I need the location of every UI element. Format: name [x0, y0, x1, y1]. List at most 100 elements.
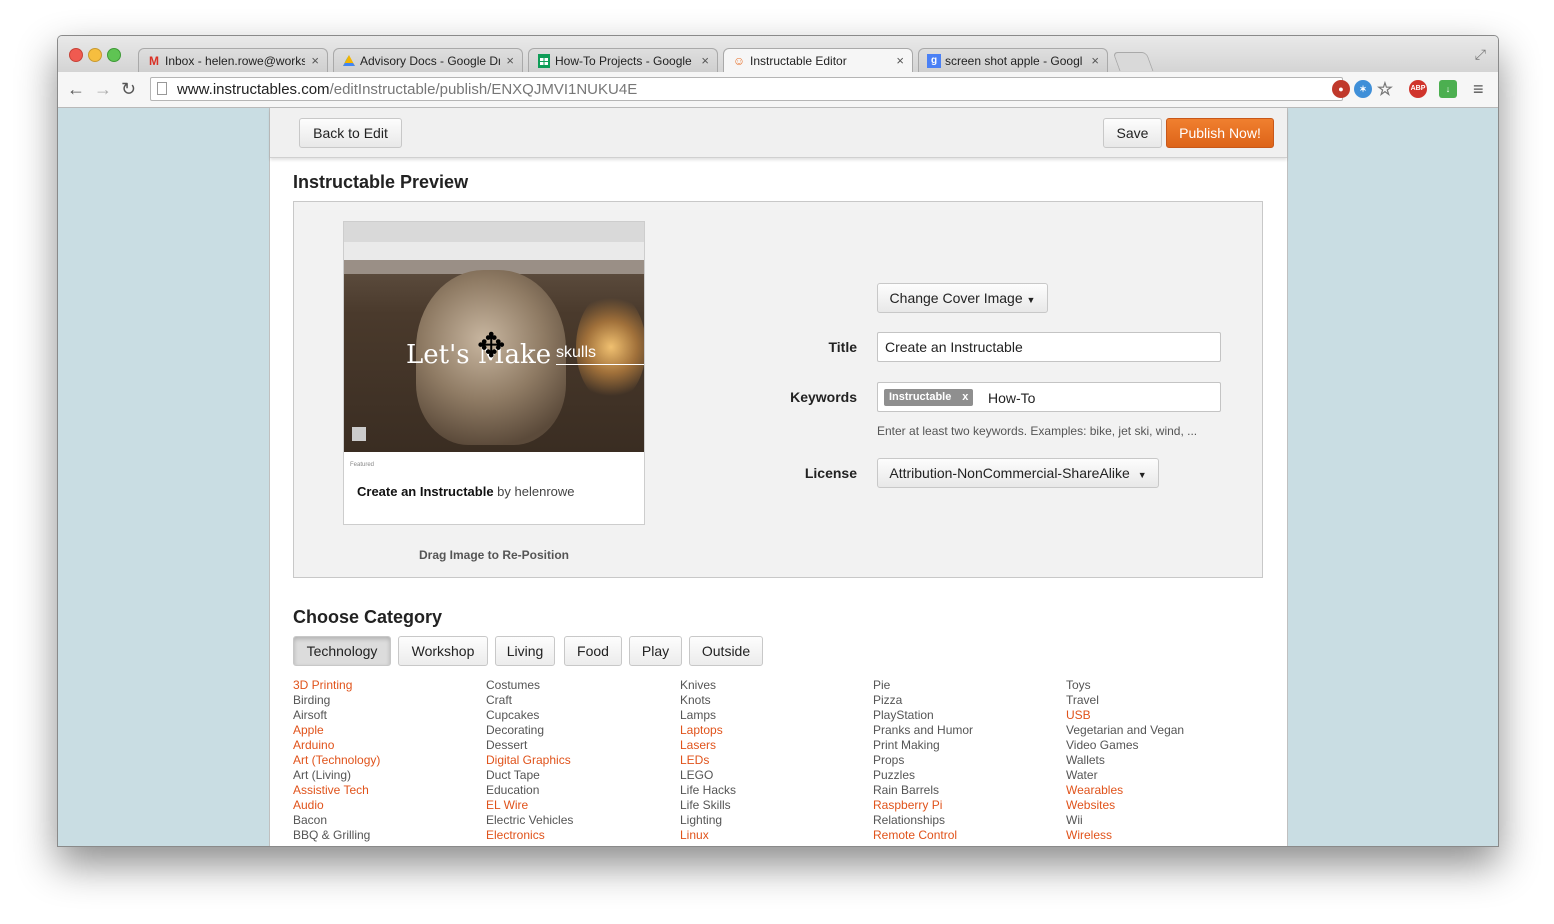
- category-item[interactable]: Apple: [293, 723, 380, 738]
- close-window-button[interactable]: [69, 48, 83, 62]
- new-tab-button[interactable]: [1112, 52, 1154, 71]
- close-tab-icon[interactable]: ×: [506, 53, 514, 68]
- category-item[interactable]: Remote Control: [873, 828, 973, 843]
- tab-gmail[interactable]: M Inbox - helen.rowe@works ×: [138, 48, 328, 72]
- category-tab-food[interactable]: Food: [564, 636, 622, 666]
- gmail-icon: M: [149, 54, 159, 68]
- category-item[interactable]: Websites: [1066, 798, 1184, 813]
- category-item[interactable]: Duct Tape: [486, 768, 573, 783]
- category-item[interactable]: EL Wire: [486, 798, 573, 813]
- category-item[interactable]: LEDs: [680, 753, 736, 768]
- bookmark-star-icon[interactable]: ☆: [1376, 80, 1394, 98]
- category-item[interactable]: Puzzles: [873, 768, 973, 783]
- menu-icon[interactable]: ≡: [1473, 78, 1484, 100]
- save-button[interactable]: Save: [1103, 118, 1162, 148]
- category-item[interactable]: Electronics: [486, 828, 573, 843]
- category-item[interactable]: Airsoft: [293, 708, 380, 723]
- category-item[interactable]: Costumes: [486, 678, 573, 693]
- extension-sparkle-icon[interactable]: ✶: [1354, 80, 1372, 98]
- extension-icon[interactable]: ●: [1332, 80, 1350, 98]
- category-tab-workshop[interactable]: Workshop: [398, 636, 488, 666]
- category-item[interactable]: Rain Barrels: [873, 783, 973, 798]
- category-item[interactable]: Bacon: [293, 813, 380, 828]
- category-item[interactable]: BBQ & Grilling: [293, 828, 380, 843]
- tab-instructable-editor[interactable]: ☺ Instructable Editor ×: [723, 48, 913, 73]
- google-sheets-icon: [537, 54, 551, 68]
- cover-image[interactable]: Let's Make skulls ✥: [344, 222, 644, 452]
- category-item[interactable]: LEGO: [680, 768, 736, 783]
- download-extension-icon[interactable]: ↓: [1439, 80, 1457, 98]
- category-item[interactable]: Decorating: [486, 723, 573, 738]
- category-item[interactable]: Education: [486, 783, 573, 798]
- back-arrow-icon[interactable]: ←: [67, 78, 85, 100]
- keywords-input[interactable]: Instructable x How-To: [877, 382, 1221, 412]
- category-item[interactable]: Linux: [680, 828, 736, 843]
- category-item[interactable]: Pranks and Humor: [873, 723, 973, 738]
- category-item[interactable]: Vegetarian and Vegan: [1066, 723, 1184, 738]
- zoom-window-button[interactable]: [107, 48, 121, 62]
- category-tab-play[interactable]: Play: [629, 636, 682, 666]
- category-item[interactable]: Arduino: [293, 738, 380, 753]
- category-item[interactable]: Lasers: [680, 738, 736, 753]
- category-item[interactable]: Dessert: [486, 738, 573, 753]
- category-item[interactable]: Art (Technology): [293, 753, 380, 768]
- category-item[interactable]: Laptops: [680, 723, 736, 738]
- category-item[interactable]: Art (Living): [293, 768, 380, 783]
- category-item[interactable]: Wireless: [1066, 828, 1184, 843]
- category-item[interactable]: Lighting: [680, 813, 736, 828]
- license-select[interactable]: Attribution-NonCommercial-ShareAlike ▼: [877, 458, 1159, 488]
- category-item[interactable]: Cupcakes: [486, 708, 573, 723]
- category-tab-technology[interactable]: Technology: [293, 636, 391, 666]
- change-cover-image-button[interactable]: Change Cover Image ▼: [877, 283, 1048, 313]
- category-item[interactable]: Knots: [680, 693, 736, 708]
- category-item[interactable]: 3D Printing: [293, 678, 380, 693]
- category-item[interactable]: Print Making: [873, 738, 973, 753]
- category-tab-outside[interactable]: Outside: [689, 636, 763, 666]
- category-item[interactable]: Audio: [293, 798, 380, 813]
- category-item[interactable]: Lamps: [680, 708, 736, 723]
- address-bar[interactable]: www.instructables.com/editInstructable/p…: [150, 77, 1343, 101]
- category-item[interactable]: PlayStation: [873, 708, 973, 723]
- category-tab-living[interactable]: Living: [495, 636, 555, 666]
- category-item[interactable]: Wearables: [1066, 783, 1184, 798]
- fullscreen-icon[interactable]: ⤢: [1475, 46, 1486, 63]
- remove-tag-icon[interactable]: x: [962, 389, 968, 406]
- category-item[interactable]: Wii: [1066, 813, 1184, 828]
- close-tab-icon[interactable]: ×: [311, 53, 319, 68]
- category-list: 3D Printing Birding Airsoft Apple Arduino Art…: [293, 678, 1263, 846]
- title-input[interactable]: Create an Instructable: [877, 332, 1221, 362]
- category-item[interactable]: Raspberry Pi: [873, 798, 973, 813]
- close-tab-icon[interactable]: ×: [1091, 53, 1099, 68]
- category-item[interactable]: Electric Vehicles: [486, 813, 573, 828]
- category-column: Knives Knots Lamps Laptops Lasers LEDs LEGO Lif…: [680, 678, 736, 843]
- category-item[interactable]: Assistive Tech: [293, 783, 380, 798]
- category-item[interactable]: Wallets: [1066, 753, 1184, 768]
- category-item[interactable]: Pie: [873, 678, 973, 693]
- category-item[interactable]: Pizza: [873, 693, 973, 708]
- adblock-icon[interactable]: ABP: [1409, 80, 1427, 98]
- category-item[interactable]: Digital Graphics: [486, 753, 573, 768]
- reload-icon[interactable]: ↻: [121, 78, 136, 100]
- publish-now-button[interactable]: Publish Now!: [1166, 118, 1274, 148]
- forward-arrow-icon[interactable]: →: [94, 78, 112, 100]
- minimize-window-button[interactable]: [88, 48, 102, 62]
- tab-screen-shot-apple[interactable]: g screen shot apple - Googl ×: [918, 48, 1108, 72]
- category-item[interactable]: Life Hacks: [680, 783, 736, 798]
- back-to-edit-button[interactable]: Back to Edit: [299, 118, 402, 148]
- category-item[interactable]: Travel: [1066, 693, 1184, 708]
- category-item[interactable]: Video Games: [1066, 738, 1184, 753]
- category-item[interactable]: Birding: [293, 693, 380, 708]
- tab-advisory-docs[interactable]: Advisory Docs - Google Dr ×: [333, 48, 523, 72]
- category-item[interactable]: Toys: [1066, 678, 1184, 693]
- category-item[interactable]: Relationships: [873, 813, 973, 828]
- close-tab-icon[interactable]: ×: [896, 53, 904, 68]
- category-item[interactable]: Craft: [486, 693, 573, 708]
- category-item[interactable]: Water: [1066, 768, 1184, 783]
- tab-how-to-projects[interactable]: How-To Projects - Google ×: [528, 48, 718, 72]
- category-item[interactable]: Knives: [680, 678, 736, 693]
- category-item[interactable]: Life Skills: [680, 798, 736, 813]
- category-item[interactable]: Props: [873, 753, 973, 768]
- category-item[interactable]: USB: [1066, 708, 1184, 723]
- close-tab-icon[interactable]: ×: [701, 53, 709, 68]
- card-author[interactable]: helenrowe: [515, 484, 575, 499]
